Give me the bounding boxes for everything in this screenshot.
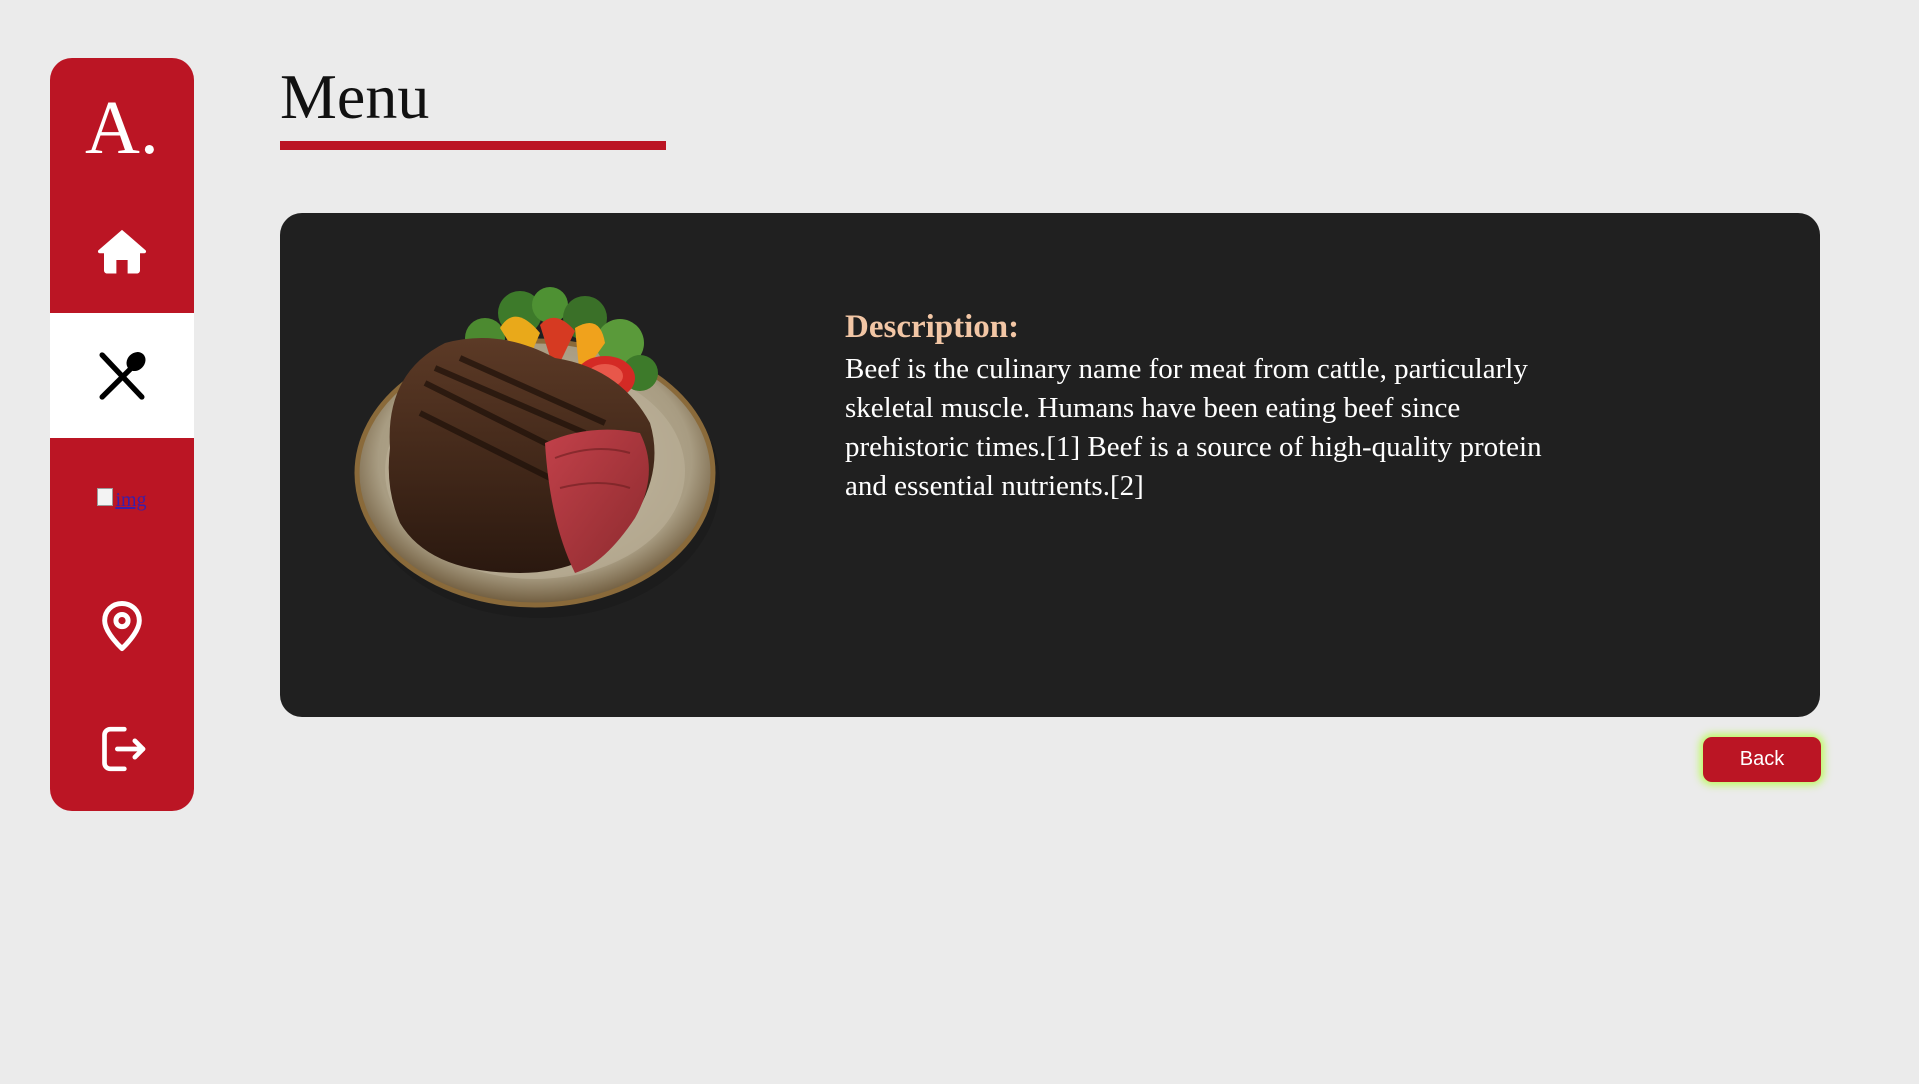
sidebar-item-location[interactable] (50, 563, 194, 688)
sidebar-item-menu[interactable] (50, 313, 194, 438)
brand-logo[interactable]: A. (50, 58, 194, 188)
location-pin-icon (102, 600, 142, 651)
broken-image-alt: img (115, 489, 147, 511)
title-underline (280, 141, 666, 150)
sidebar-item-home[interactable] (50, 188, 194, 313)
menu-item-card: Description: Beef is the culinary name f… (280, 213, 1820, 717)
sidebar-item-image[interactable]: img (50, 438, 194, 563)
logout-icon (102, 726, 146, 771)
steak-plate-image (354, 287, 720, 618)
back-button[interactable]: Back (1703, 737, 1821, 782)
description-block: Description: Beef is the culinary name f… (845, 308, 1575, 506)
description-heading: Description: (845, 309, 1020, 345)
utensils-icon (99, 351, 146, 400)
description-text: Beef is the culinary name for meat from … (845, 352, 1542, 502)
sidebar: A. img (50, 58, 194, 811)
broken-image-icon[interactable]: img (97, 487, 147, 512)
page-title: Menu (280, 61, 430, 132)
home-icon (97, 229, 147, 273)
sidebar-item-logout[interactable] (50, 686, 194, 811)
